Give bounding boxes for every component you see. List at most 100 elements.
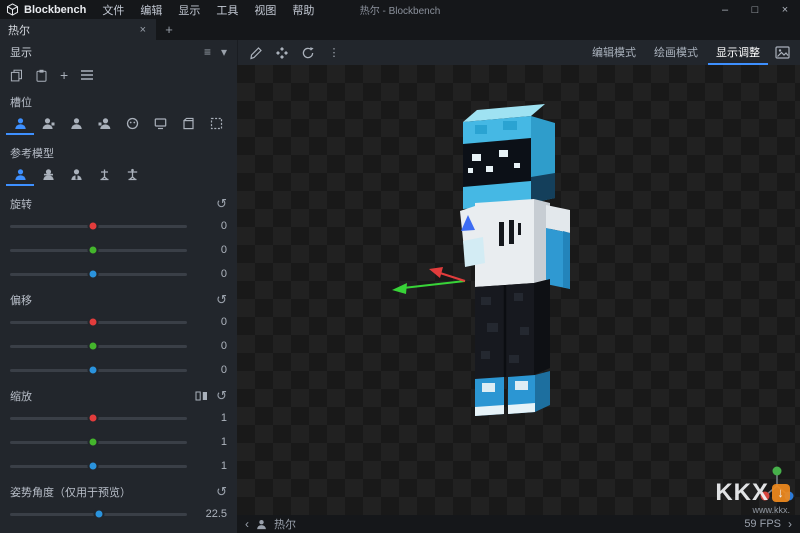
model-bust-icon — [256, 519, 267, 530]
menu-tools[interactable]: 工具 — [208, 2, 246, 18]
slider-row: 0 — [0, 334, 237, 358]
mirror-paint-icon[interactable] — [270, 40, 294, 65]
blockbench-logo-icon — [6, 3, 19, 16]
display-slot-button[interactable] — [118, 114, 146, 135]
reset-rotation-icon[interactable]: ↺ — [216, 196, 227, 212]
kebab-menu-icon[interactable]: ⋮ — [322, 40, 346, 65]
pose-angle-label: 姿势角度（仅用于预览） ↺ — [0, 478, 237, 502]
menu-display[interactable]: 显示 — [170, 2, 208, 18]
menu-file[interactable]: 文件 — [94, 2, 132, 18]
display-slot-button[interactable] — [146, 114, 174, 135]
panel-menu-icon[interactable]: ≡ — [204, 45, 211, 59]
rotation-y-slider[interactable] — [10, 249, 187, 252]
breadcrumb-model-name[interactable]: 热尔 — [274, 516, 296, 532]
display-slot-button[interactable] — [90, 114, 118, 135]
slider-value: 0 — [195, 220, 227, 232]
slider-knob[interactable] — [88, 461, 99, 472]
display-actions-row: + — [0, 64, 237, 88]
minecraft-character-model[interactable] — [460, 104, 570, 416]
add-display-icon[interactable]: + — [60, 67, 68, 83]
slider-value: 0 — [195, 268, 227, 280]
display-slot-button[interactable] — [34, 114, 62, 135]
scale-x-slider[interactable] — [10, 417, 187, 420]
display-slot-button[interactable] — [62, 114, 90, 135]
menu-help[interactable]: 帮助 — [284, 2, 322, 18]
reference-model-button[interactable] — [6, 165, 34, 186]
slider-knob[interactable] — [93, 509, 104, 520]
slider-knob[interactable] — [88, 341, 99, 352]
tabbar: 热尔 × + — [0, 19, 800, 40]
panel-collapse-icon[interactable]: ▾ — [221, 45, 227, 59]
menu-edit[interactable]: 编辑 — [132, 2, 170, 18]
slider-value: 1 — [195, 460, 227, 472]
slider-knob[interactable] — [88, 317, 99, 328]
display-slot-button[interactable] — [202, 114, 230, 135]
translation-z-slider[interactable] — [10, 369, 187, 372]
translation-y-slider[interactable] — [10, 345, 187, 348]
list-icon[interactable] — [80, 69, 94, 81]
slider-knob[interactable] — [88, 245, 99, 256]
reset-translation-icon[interactable]: ↺ — [216, 292, 227, 308]
slider-knob[interactable] — [88, 269, 99, 280]
status-expand-icon[interactable]: › — [788, 517, 792, 531]
rotation-x-slider[interactable] — [10, 225, 187, 228]
slider-value: 0 — [195, 340, 227, 352]
close-button[interactable]: × — [770, 0, 800, 19]
slider-value: 1 — [195, 436, 227, 448]
titlebar: Blockbench 文件 编辑 显示 工具 视图 帮助 热尔 - Blockb… — [0, 0, 800, 19]
viewport-toolbar: ⋮ 编辑模式 绘画模式 显示调整 — [237, 40, 800, 65]
brush-tool-icon[interactable] — [244, 40, 268, 65]
display-slot-button[interactable] — [6, 114, 34, 135]
tab-close-icon[interactable]: × — [138, 24, 148, 36]
slider-row: 0 — [0, 310, 237, 334]
reference-model-button[interactable] — [34, 165, 62, 186]
copy-display-icon[interactable] — [10, 69, 23, 82]
slider-value: 0 — [195, 244, 227, 256]
slider-row: 1 — [0, 454, 237, 478]
reference-model-button[interactable] — [118, 165, 146, 186]
mode-tab-paint[interactable]: 绘画模式 — [646, 40, 706, 65]
new-tab-button[interactable]: + — [156, 20, 182, 40]
screenshot-icon[interactable] — [770, 40, 794, 65]
slider-row: 1 — [0, 430, 237, 454]
sync-rotate-icon[interactable] — [296, 40, 320, 65]
slider-row: 0 — [0, 262, 237, 286]
scale-z-slider[interactable] — [10, 465, 187, 468]
breadcrumb-back-icon[interactable]: ‹ — [245, 517, 249, 531]
translation-section-label: 偏移 ↺ — [0, 286, 237, 310]
reset-pose-icon[interactable]: ↺ — [216, 484, 227, 500]
watermark-title: KKX — [715, 479, 769, 507]
minimize-button[interactable]: – — [710, 0, 740, 19]
watermark: KKX ↓ www.kkx. — [715, 479, 790, 515]
tab-model[interactable]: 热尔 × — [0, 19, 156, 40]
slider-knob[interactable] — [88, 365, 99, 376]
slider-knob[interactable] — [88, 221, 99, 232]
slider-knob[interactable] — [88, 413, 99, 424]
reference-model-button[interactable] — [90, 165, 118, 186]
reference-model-button[interactable] — [62, 165, 90, 186]
scale-y-slider[interactable] — [10, 441, 187, 444]
paste-display-icon[interactable] — [35, 69, 48, 82]
slider-row: 0 — [0, 238, 237, 262]
pose-angle-slider[interactable] — [10, 513, 187, 516]
display-slot-button[interactable] — [174, 114, 202, 135]
rotation-z-slider[interactable] — [10, 273, 187, 276]
mode-tab-display[interactable]: 显示调整 — [708, 40, 768, 65]
viewport-canvas[interactable]: KKX ↓ www.kkx. — [237, 65, 800, 515]
display-slots-row — [0, 112, 237, 139]
slider-value: 22.5 — [195, 508, 227, 520]
display-panel-title: 显示 — [10, 44, 32, 60]
display-panel-header: 显示 ≡ ▾ — [0, 40, 237, 64]
translation-x-slider[interactable] — [10, 321, 187, 324]
reset-scale-icon[interactable]: ↺ — [216, 388, 227, 404]
menu-view[interactable]: 视图 — [246, 2, 284, 18]
viewport-statusbar: ‹ 热尔 59 FPS › — [237, 515, 800, 533]
rotation-section-label: 旋转 ↺ — [0, 190, 237, 214]
mode-tab-edit[interactable]: 编辑模式 — [584, 40, 644, 65]
app-logo[interactable]: Blockbench — [0, 3, 94, 16]
maximize-button[interactable]: □ — [740, 0, 770, 19]
scale-section-label: 缩放 ↺ — [0, 382, 237, 406]
window-title: 热尔 - Blockbench — [360, 2, 441, 17]
mirror-scale-icon[interactable] — [195, 390, 208, 402]
slider-knob[interactable] — [88, 437, 99, 448]
